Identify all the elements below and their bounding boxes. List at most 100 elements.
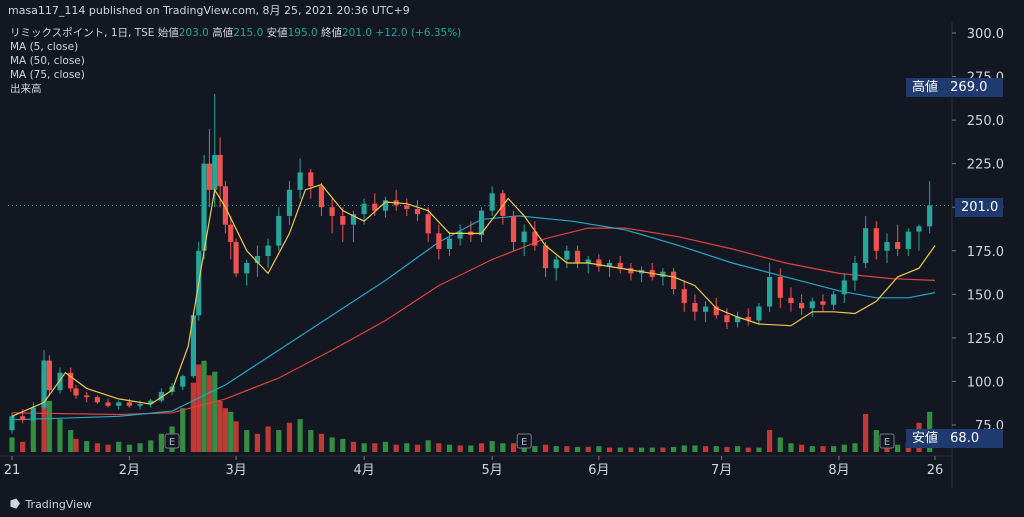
candle-body — [105, 402, 111, 406]
volume-bar — [158, 433, 164, 452]
volume-bar — [809, 446, 815, 452]
symbol-name[interactable]: リミックスポイント, 1日, TSE — [10, 27, 154, 39]
tradingview-logo[interactable]: ⭓ TradingView — [10, 497, 92, 511]
volume-bar — [617, 447, 623, 452]
volume-bar — [841, 444, 847, 452]
candle-body — [318, 186, 325, 208]
x-tick-label: 3月 — [225, 463, 246, 478]
volume-bar — [553, 446, 559, 452]
y-tick-label: 150.0 — [967, 288, 1004, 303]
volume-bar — [777, 437, 783, 452]
open-value: 203.0 — [178, 27, 209, 39]
candle-body — [137, 404, 143, 406]
legend-ma5[interactable]: MA (5, close) — [10, 40, 461, 54]
high-value: 215.0 — [233, 27, 264, 39]
volume-bar — [372, 443, 378, 452]
x-tick-label: 7月 — [711, 463, 732, 478]
legend-volume[interactable]: 出来高 — [10, 82, 461, 96]
candle-body — [873, 228, 879, 251]
candle-body — [425, 214, 431, 234]
volume-bar — [628, 447, 634, 452]
high-price-tag: 高値 269.0 — [906, 78, 1003, 97]
volume-bar — [137, 443, 143, 452]
volume-bar — [190, 382, 196, 452]
x-tick-label: 26 — [927, 463, 944, 478]
volume-bar — [692, 445, 698, 452]
volume-bar — [126, 444, 132, 452]
open-label: 始値 — [157, 27, 179, 39]
volume-bar — [799, 444, 805, 452]
candle-body — [308, 172, 314, 187]
volume-bar — [222, 408, 229, 452]
volume-bar — [724, 446, 730, 452]
volume-bar — [734, 446, 741, 452]
candle-body — [9, 416, 15, 431]
volume-bar — [500, 443, 506, 452]
low-value: 195.0 — [287, 27, 318, 39]
candle-body — [212, 154, 218, 190]
x-tick-label: 6月 — [588, 463, 609, 478]
volume-bar — [649, 447, 655, 452]
volume-bar — [116, 441, 122, 452]
volume-bar — [638, 447, 645, 452]
last-price-tag: 201.0 — [955, 198, 1003, 217]
candle-body — [217, 154, 223, 187]
volume-bar — [382, 441, 389, 452]
x-tick-label: 5月 — [482, 463, 503, 478]
candle-body — [788, 297, 794, 304]
volume-bar — [20, 441, 26, 452]
volume-bar — [606, 447, 613, 452]
volume-bar — [670, 446, 677, 452]
volume-bar — [340, 438, 346, 452]
candle-body — [884, 242, 890, 251]
volume-bar — [318, 433, 325, 452]
x-tick-label: 2月 — [119, 463, 140, 478]
chart-legend: リミックスポイント, 1日, TSE 始値203.0 高値215.0 安値195… — [10, 26, 461, 96]
legend-ma50[interactable]: MA (50, close) — [10, 54, 461, 68]
last-tag-value: 201.0 — [961, 200, 999, 215]
y-tick-label: 100.0 — [967, 375, 1004, 390]
candle-body — [286, 189, 293, 216]
close-value: 201.0 — [342, 27, 373, 39]
candle-body — [276, 215, 282, 246]
candle-body — [542, 245, 549, 269]
candle-body — [841, 280, 847, 295]
y-tick-label: 125.0 — [967, 332, 1004, 347]
volume-bar — [308, 430, 314, 452]
volume-bar — [180, 408, 186, 452]
candle-body — [361, 203, 367, 215]
volume-bar — [57, 419, 63, 452]
candle-body — [46, 360, 52, 391]
x-tick-label: 8月 — [828, 463, 849, 478]
candle-body — [404, 205, 410, 209]
volume-bar — [196, 364, 202, 452]
tradingview-logo-icon: ⭓ — [10, 497, 21, 511]
candle-body — [831, 294, 837, 305]
volume-bar — [94, 443, 100, 452]
y-tick-label: 175.0 — [967, 245, 1004, 260]
candle-body — [265, 245, 271, 257]
candle-body — [702, 306, 709, 312]
y-tick-label: 225.0 — [967, 158, 1004, 173]
chart-footer — [0, 488, 1024, 517]
candle-body — [329, 207, 335, 216]
volume-bar — [820, 446, 826, 452]
volume-bar — [702, 446, 709, 452]
volume-bar — [596, 446, 602, 452]
low-label: 安値 — [266, 27, 288, 39]
candle-body — [94, 397, 100, 403]
candle-body — [510, 215, 517, 243]
candle-body — [222, 186, 229, 225]
volume-bar — [788, 443, 794, 452]
candle-body — [574, 250, 581, 263]
volume-bar — [468, 445, 474, 452]
close-label: 終値 — [321, 27, 342, 39]
volume-bar — [436, 443, 442, 452]
candle-body — [20, 416, 26, 420]
earnings-marker-label: E — [169, 437, 175, 448]
volume-bar — [713, 446, 719, 452]
candle-body — [73, 388, 79, 396]
legend-ma75[interactable]: MA (75, close) — [10, 68, 461, 82]
volume-bar — [767, 430, 773, 452]
volume-bar — [350, 441, 357, 452]
